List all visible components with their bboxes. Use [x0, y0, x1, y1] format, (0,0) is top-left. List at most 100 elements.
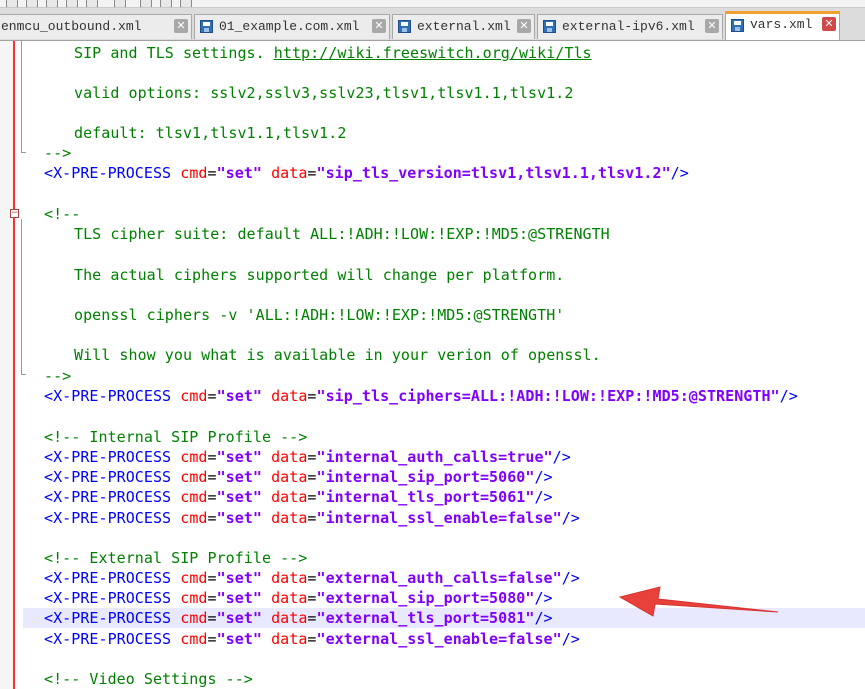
- equals: =: [207, 569, 217, 587]
- close-icon[interactable]: ✕: [517, 19, 531, 33]
- tag-close: />: [670, 164, 689, 182]
- toolbar-open-icon[interactable]: [26, 0, 38, 7]
- tab-label: external.xml: [417, 19, 511, 34]
- tag-close: />: [534, 488, 553, 506]
- equals: =: [307, 488, 317, 506]
- code-line: -->: [44, 143, 71, 163]
- equals: =: [307, 569, 317, 587]
- tag-close: />: [561, 509, 580, 527]
- attr-value: "set": [216, 164, 262, 182]
- comment-internal-profile: <!-- Internal SIP Profile -->: [44, 428, 308, 446]
- xml-tag: <X-PRE-PROCESS: [44, 609, 172, 627]
- toolbar-close-icon[interactable]: [86, 0, 98, 7]
- equals: =: [207, 387, 217, 405]
- code-line: <X-PRE-PROCESS cmd="set" data="internal_…: [44, 508, 580, 528]
- attr-name: data: [271, 509, 308, 527]
- toolbar-paste-icon[interactable]: [180, 0, 192, 7]
- code-line: Will show you what is available in your …: [74, 345, 601, 365]
- tag-close: />: [534, 468, 553, 486]
- attr-name: data: [271, 448, 308, 466]
- code-line: <X-PRE-PROCESS cmd="set" data="internal_…: [44, 487, 553, 507]
- save-icon: [543, 20, 556, 33]
- close-icon[interactable]: ✕: [822, 17, 836, 31]
- comment-close: -->: [44, 144, 72, 162]
- attr-value: "external_auth_calls=false": [316, 569, 562, 587]
- close-icon[interactable]: ✕: [372, 19, 386, 33]
- tab-label: 01_example.com.xml: [219, 19, 360, 34]
- tab-label: external-ipv6.xml: [562, 19, 695, 34]
- fold-end-tick: [21, 374, 26, 375]
- equals: =: [307, 630, 317, 648]
- tab-enmcu-outbound[interactable]: enmcu_outbound.xml ✕: [0, 14, 192, 39]
- code-line: The actual ciphers supported will change…: [74, 265, 564, 285]
- tab-label: vars.xml: [750, 17, 813, 32]
- comment-text: openssl ciphers -v 'ALL:!ADH:!LOW:!EXP:!…: [74, 306, 565, 324]
- attr-name: cmd: [180, 589, 208, 607]
- code-line: <X-PRE-PROCESS cmd="set" data="external_…: [44, 629, 580, 649]
- toolbar-save-icon[interactable]: [46, 0, 58, 7]
- tag-close: />: [552, 448, 571, 466]
- toolbar-save-all-icon[interactable]: [66, 0, 78, 7]
- xml-tag: <X-PRE-PROCESS: [44, 509, 172, 527]
- attr-name: data: [271, 488, 308, 506]
- attr-name: cmd: [180, 630, 208, 648]
- equals: =: [307, 387, 317, 405]
- toolbar-new-icon[interactable]: [6, 0, 18, 7]
- xml-tag: <X-PRE-PROCESS: [44, 569, 172, 587]
- toolbar: [0, 0, 865, 8]
- attr-value: "set": [216, 448, 262, 466]
- toolbar-cut-icon[interactable]: [140, 0, 152, 7]
- attr-name: data: [271, 387, 308, 405]
- equals: =: [207, 589, 217, 607]
- equals: =: [207, 164, 217, 182]
- comment-external-profile: <!-- External SIP Profile -->: [44, 549, 308, 567]
- equals: =: [207, 488, 217, 506]
- toolbar-copy-icon[interactable]: [160, 0, 172, 7]
- tab-label: enmcu_outbound.xml: [1, 19, 142, 34]
- tag-close: />: [561, 569, 580, 587]
- attr-name: data: [271, 630, 308, 648]
- attr-value: "set": [216, 488, 262, 506]
- tag-close: />: [779, 387, 798, 405]
- equals: =: [307, 589, 317, 607]
- equals: =: [307, 468, 317, 486]
- code-line: SIP and TLS settings. http://wiki.freesw…: [74, 43, 592, 63]
- fold-collapse-icon[interactable]: −: [10, 209, 19, 218]
- tab-bar: enmcu_outbound.xml ✕ 01_example.com.xml …: [0, 8, 865, 41]
- equals: =: [207, 468, 217, 486]
- xml-tag: <X-PRE-PROCESS: [44, 448, 172, 466]
- comment-text: default: tlsv1,tlsv1.1,tlsv1.2: [74, 124, 347, 142]
- tab-vars[interactable]: vars.xml ✕: [725, 11, 840, 40]
- code-line-external-sip-port: <X-PRE-PROCESS cmd="set" data="external_…: [44, 588, 553, 608]
- xml-tag: <X-PRE-PROCESS: [44, 630, 172, 648]
- attr-name: data: [271, 164, 308, 182]
- tag-close: />: [534, 609, 553, 627]
- code-line: default: tlsv1,tlsv1.1,tlsv1.2: [74, 123, 346, 143]
- attr-name: cmd: [180, 387, 208, 405]
- code-line: <!--: [44, 204, 80, 224]
- comment-text: The actual ciphers supported will change…: [74, 266, 565, 284]
- code-line: TLS cipher suite: default ALL:!ADH:!LOW:…: [74, 224, 610, 244]
- code-editor[interactable]: − SIP and TLS settings. http://wiki.free…: [0, 41, 865, 689]
- equals: =: [307, 609, 317, 627]
- attr-value: "internal_ssl_enable=false": [316, 509, 562, 527]
- code-line: openssl ciphers -v 'ALL:!ADH:!LOW:!EXP:!…: [74, 305, 564, 325]
- close-icon[interactable]: ✕: [174, 19, 188, 33]
- comment-close: -->: [44, 367, 72, 385]
- attr-value: "internal_tls_port=5061": [316, 488, 535, 506]
- attr-value: "internal_sip_port=5060": [316, 468, 535, 486]
- comment-video-settings: <!-- Video Settings -->: [44, 670, 253, 688]
- equals: =: [207, 630, 217, 648]
- comment-text: Will show you what is available in your …: [74, 346, 601, 364]
- equals: =: [307, 509, 317, 527]
- tab-01-example-com[interactable]: 01_example.com.xml ✕: [194, 14, 390, 39]
- xml-tag: <X-PRE-PROCESS: [44, 468, 172, 486]
- toolbar-print-icon[interactable]: [114, 0, 126, 7]
- comment-text: valid options: sslv2,sslv3,sslv23,tlsv1,…: [74, 84, 574, 102]
- save-icon: [731, 19, 744, 32]
- tab-external[interactable]: external.xml ✕: [392, 14, 535, 39]
- tab-external-ipv6[interactable]: external-ipv6.xml ✕: [537, 14, 723, 39]
- code-line: <!-- Internal SIP Profile -->: [44, 427, 307, 447]
- wiki-link[interactable]: http://wiki.freeswitch.org/wiki/Tls: [274, 44, 592, 62]
- close-icon[interactable]: ✕: [705, 19, 719, 33]
